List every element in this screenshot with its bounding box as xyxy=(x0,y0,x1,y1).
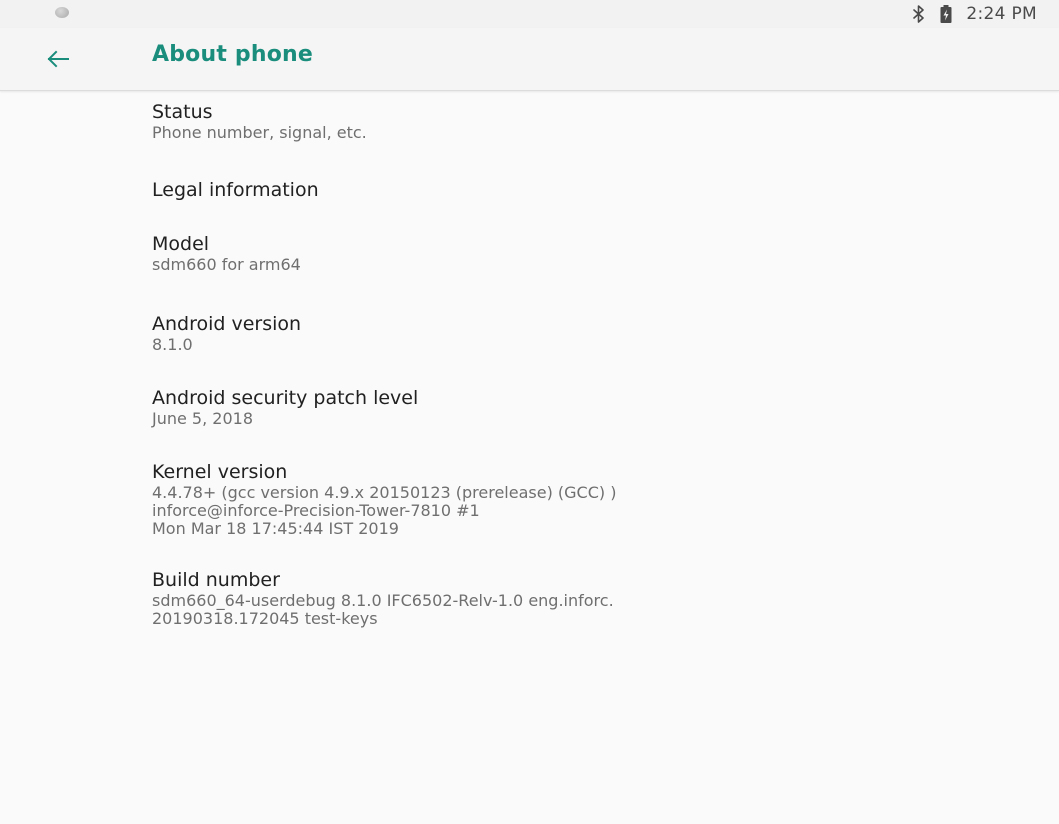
pref-model[interactable]: Model sdm660 for arm64 xyxy=(0,232,1059,312)
status-clock: 2:24 PM xyxy=(966,4,1037,24)
pref-title: Android version xyxy=(152,313,302,335)
status-bar: 2:24 PM xyxy=(0,0,1059,28)
notification-dot-icon xyxy=(55,7,69,18)
status-icons: 2:24 PM xyxy=(912,0,1037,28)
pref-title: Legal information xyxy=(152,179,319,201)
pref-title: Kernel version xyxy=(152,461,288,483)
battery-charging-icon xyxy=(940,5,952,23)
pref-legal-information[interactable]: Legal information xyxy=(0,178,1059,232)
pref-title: Build number xyxy=(152,569,280,591)
bluetooth-icon xyxy=(912,5,926,23)
preference-list: Status Phone number, signal, etc. Legal … xyxy=(0,100,1059,638)
pref-title: Android security patch level xyxy=(152,387,419,409)
pref-summary: Phone number, signal, etc. xyxy=(152,123,367,142)
pref-title: Status xyxy=(152,101,213,123)
pref-security-patch-level[interactable]: Android security patch level June 5, 201… xyxy=(0,386,1059,460)
screen: 2:24 PM About phone Status Phone number,… xyxy=(0,0,1059,824)
page-title: About phone xyxy=(152,42,314,67)
app-bar: About phone xyxy=(0,28,1059,91)
pref-summary: June 5, 2018 xyxy=(152,409,253,428)
pref-status[interactable]: Status Phone number, signal, etc. xyxy=(0,100,1059,178)
pref-summary: 8.1.0 xyxy=(152,335,193,354)
pref-build-number[interactable]: Build number sdm660_64-userdebug 8.1.0 I… xyxy=(0,568,1059,638)
pref-title: Model xyxy=(152,233,210,255)
arrow-left-icon xyxy=(47,50,69,68)
pref-android-version[interactable]: Android version 8.1.0 xyxy=(0,312,1059,386)
pref-summary: 4.4.78+ (gcc version 4.9.x 20150123 (pre… xyxy=(152,483,617,538)
pref-summary: sdm660 for arm64 xyxy=(152,255,301,274)
pref-summary: sdm660_64-userdebug 8.1.0 IFC6502-Relv-1… xyxy=(152,591,614,628)
back-button[interactable] xyxy=(36,40,80,78)
pref-kernel-version[interactable]: Kernel version 4.4.78+ (gcc version 4.9.… xyxy=(0,460,1059,568)
